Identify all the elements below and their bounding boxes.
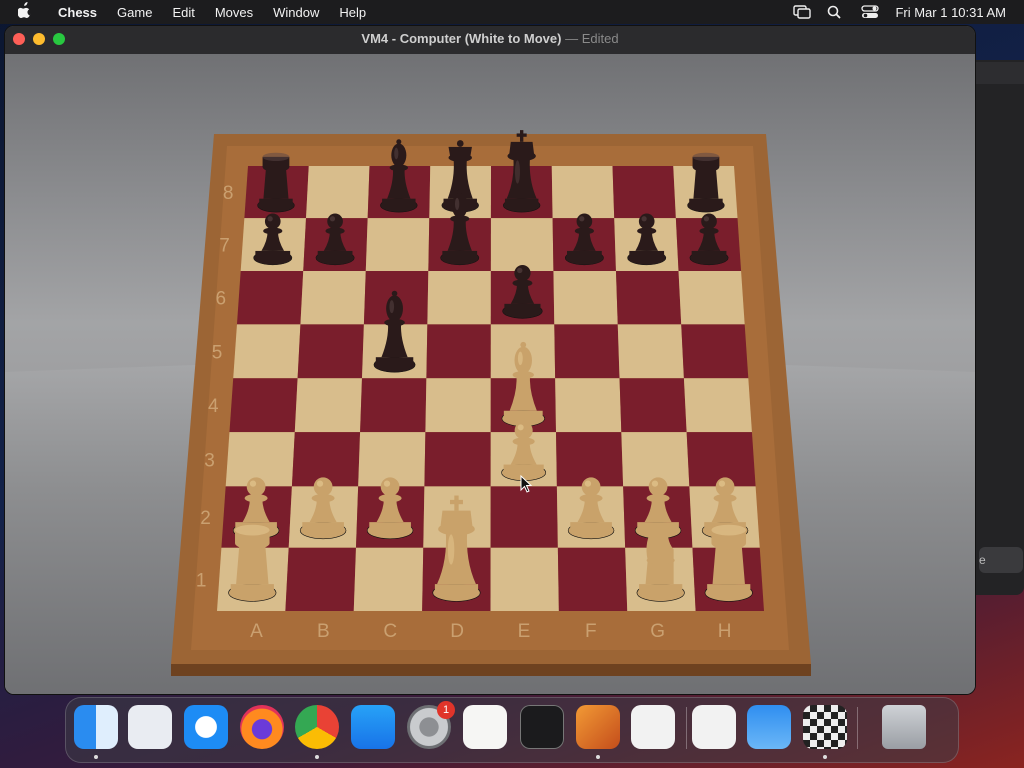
square-g8[interactable]	[612, 166, 676, 219]
rank-label: 8	[223, 183, 234, 204]
square-b4[interactable]	[294, 378, 362, 433]
rank-label: 4	[208, 396, 219, 417]
background-window-button[interactable]: e	[979, 547, 1023, 573]
rank-label: 7	[219, 236, 230, 257]
textedit-icon[interactable]	[463, 705, 507, 749]
safari-icon[interactable]	[184, 705, 228, 749]
file-label: D	[450, 621, 464, 642]
menu-game[interactable]: Game	[107, 5, 162, 20]
square-a3[interactable]	[225, 432, 295, 487]
window-titlebar[interactable]: VM4 - Computer (White to Move) — Edited	[5, 26, 975, 54]
square-c7[interactable]	[365, 218, 430, 272]
square-f4[interactable]	[555, 378, 622, 433]
square-a4[interactable]	[229, 378, 298, 433]
file-label: B	[317, 621, 330, 642]
file-label: E	[518, 621, 531, 642]
chrome-icon[interactable]	[295, 705, 339, 749]
spotlight-search-icon[interactable]	[827, 5, 845, 19]
rank-label: 2	[200, 508, 211, 529]
menu-bar: Chess Game Edit Moves Window Help Fri Ma…	[0, 0, 1024, 24]
notification-badge: 1	[437, 701, 455, 719]
rank-label: 3	[204, 450, 215, 471]
rank-label: 6	[216, 289, 227, 310]
menubar-clock[interactable]: Fri Mar 1 10:31 AM	[895, 5, 1006, 20]
finder-icon[interactable]	[74, 705, 118, 749]
board-scene: A B C D E F G H 1 2 3 4 5 6 7 8	[5, 54, 975, 694]
vscode-icon[interactable]	[631, 705, 675, 749]
firefox-icon[interactable]	[240, 705, 284, 749]
square-f8[interactable]	[551, 166, 615, 219]
rank-label: 1	[196, 570, 207, 591]
square-c1[interactable]	[353, 547, 424, 611]
weather-icon[interactable]	[747, 705, 791, 749]
launchpad-icon[interactable]	[128, 705, 172, 749]
square-g6[interactable]	[615, 271, 682, 325]
square-b1[interactable]	[285, 547, 356, 611]
square-e7[interactable]	[490, 218, 554, 272]
square-h6[interactable]	[678, 271, 745, 325]
running-indicator	[315, 755, 319, 759]
square-f5[interactable]	[554, 324, 620, 379]
chess-icon[interactable]	[803, 705, 847, 749]
menu-moves[interactable]: Moves	[205, 5, 263, 20]
file-label: G	[650, 621, 665, 642]
square-e2[interactable]	[490, 486, 558, 548]
square-g5[interactable]	[617, 324, 684, 379]
minimize-window-button[interactable]	[33, 33, 45, 45]
file-label: F	[585, 621, 597, 642]
garageband-icon[interactable]	[576, 705, 620, 749]
screen-mirroring-icon[interactable]	[793, 5, 812, 19]
square-e1[interactable]	[490, 547, 559, 611]
zoom-window-button[interactable]	[53, 33, 65, 45]
menu-app-chess[interactable]: Chess	[48, 5, 107, 20]
square-d3[interactable]	[424, 432, 491, 487]
menu-edit[interactable]: Edit	[162, 5, 204, 20]
edited-indicator: Edited	[581, 31, 619, 46]
dock-separator	[686, 707, 687, 749]
visual-studio-icon[interactable]	[692, 705, 736, 749]
file-label: C	[383, 621, 397, 642]
chess-board[interactable]: A B C D E F G H 1 2 3 4 5 6 7 8	[5, 54, 975, 694]
rank-label: 5	[212, 342, 223, 363]
background-window-button-label: e	[979, 553, 986, 567]
close-window-button[interactable]	[13, 33, 25, 45]
board-frame-edge	[171, 664, 811, 676]
trash-icon[interactable]	[882, 705, 926, 749]
running-indicator	[94, 755, 98, 759]
chess-window: VM4 - Computer (White to Move) — Edited …	[5, 26, 975, 694]
square-h4[interactable]	[683, 378, 752, 433]
board-squares	[217, 166, 764, 611]
square-c4[interactable]	[360, 378, 427, 433]
square-a5[interactable]	[233, 324, 301, 379]
background-window[interactable]: e	[975, 60, 1024, 595]
square-d6[interactable]	[427, 271, 491, 325]
square-f6[interactable]	[553, 271, 618, 325]
window-title: VM4 - Computer (White to Move)	[361, 31, 562, 46]
square-b5[interactable]	[297, 324, 364, 379]
dock-separator	[857, 707, 858, 749]
terminal-icon[interactable]	[520, 705, 564, 749]
control-center-icon[interactable]	[861, 5, 880, 19]
square-h5[interactable]	[681, 324, 749, 379]
square-d5[interactable]	[426, 324, 491, 379]
square-a6[interactable]	[236, 271, 304, 325]
square-b8[interactable]	[306, 166, 370, 219]
menu-window[interactable]: Window	[263, 5, 329, 20]
menu-help[interactable]: Help	[329, 5, 376, 20]
running-indicator	[596, 755, 600, 759]
square-d4[interactable]	[425, 378, 491, 433]
app-store-icon[interactable]	[351, 705, 395, 749]
file-label: A	[250, 621, 263, 642]
dock: 1	[65, 697, 959, 763]
background-window-toolbar	[975, 62, 1024, 84]
title-separator: —	[565, 31, 579, 46]
square-f1[interactable]	[557, 547, 628, 611]
running-indicator	[823, 755, 827, 759]
square-g4[interactable]	[619, 378, 687, 433]
apple-menu-icon[interactable]	[17, 2, 36, 22]
file-label: H	[718, 621, 732, 642]
square-b6[interactable]	[300, 271, 366, 325]
